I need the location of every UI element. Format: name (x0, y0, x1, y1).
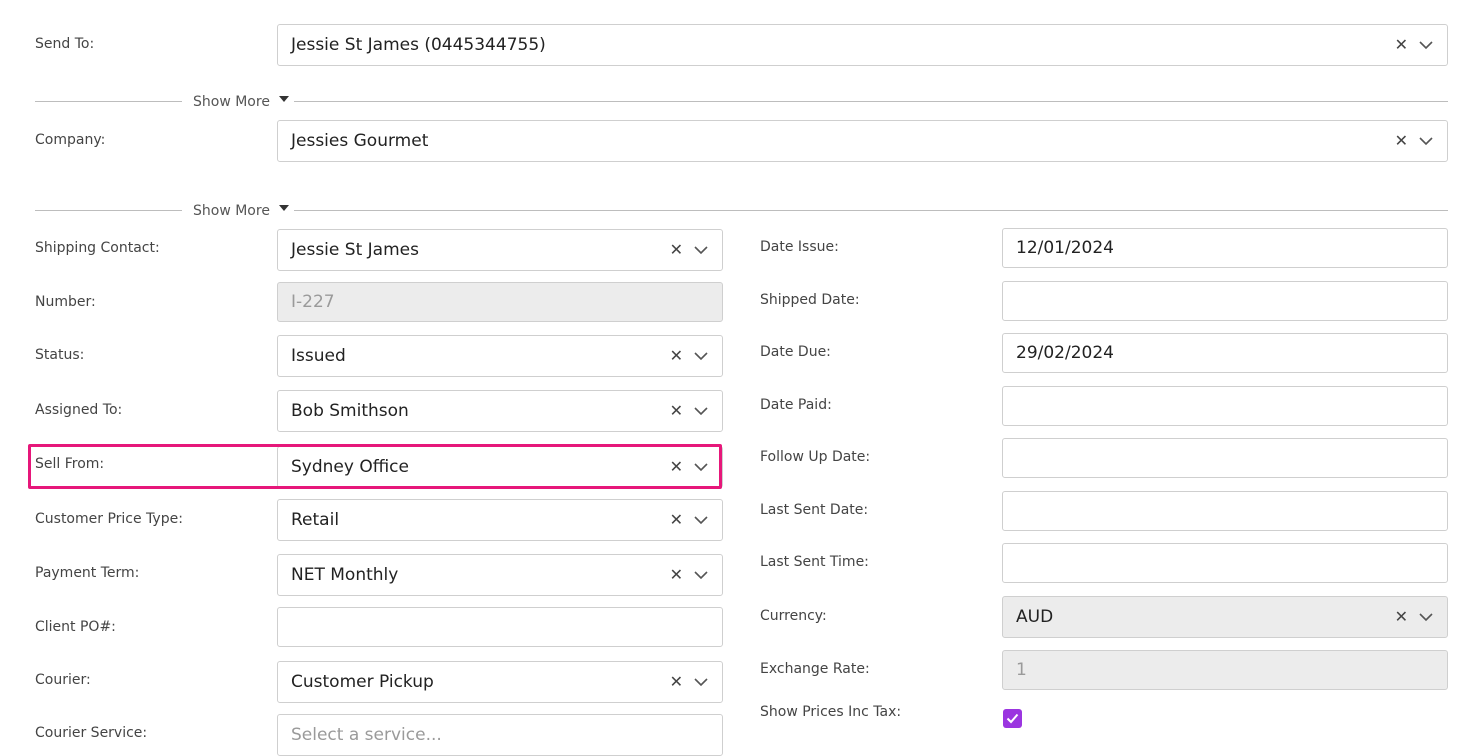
courier-service-label: Courier Service: (35, 725, 148, 741)
chevron-down-icon[interactable] (694, 351, 708, 361)
exchange-rate-value: 1 (1016, 660, 1027, 680)
date-due-value: 29/02/2024 (1016, 343, 1114, 363)
company-value: Jessies Gourmet (291, 131, 429, 151)
courier-value: Customer Pickup (291, 672, 434, 692)
shipped-date-label: Shipped Date: (760, 292, 860, 308)
chevron-down-icon[interactable] (1419, 40, 1433, 50)
clear-x-icon[interactable]: ✕ (670, 348, 683, 364)
show-more-label: Show More (193, 203, 270, 219)
chevron-down-icon[interactable] (694, 570, 708, 580)
send-to-label: Send To: (35, 36, 95, 52)
sell-from-highlight-box (28, 444, 722, 489)
shipping-contact-value: Jessie St James (291, 240, 419, 260)
caret-down-icon (278, 96, 289, 102)
chevron-down-icon[interactable] (694, 406, 708, 416)
divider-right (294, 101, 1448, 102)
assigned-to-label: Assigned To: (35, 402, 123, 418)
divider-right (294, 210, 1448, 211)
date-due-input[interactable]: 29/02/2024 (1002, 333, 1448, 373)
send-to-value: Jessie St James (0445344755) (291, 35, 546, 55)
show-more-toggle[interactable]: Show More (193, 94, 289, 110)
chevron-down-icon[interactable] (694, 677, 708, 687)
status-value: Issued (291, 346, 346, 366)
last-sent-date-input[interactable] (1002, 491, 1448, 531)
last-sent-date-label: Last Sent Date: (760, 502, 869, 518)
exchange-rate-label: Exchange Rate: (760, 661, 870, 677)
payment-term-value: NET Monthly (291, 565, 399, 585)
date-issue-input[interactable]: 12/01/2024 (1002, 228, 1448, 268)
courier-service-select[interactable]: Select a service... (277, 714, 723, 756)
currency-label: Currency: (760, 608, 827, 624)
clear-x-icon[interactable]: ✕ (670, 242, 683, 258)
chevron-down-icon[interactable] (694, 245, 708, 255)
currency-value: AUD (1016, 607, 1054, 627)
assigned-to-value: Bob Smithson (291, 401, 409, 421)
follow-up-date-input[interactable] (1002, 438, 1448, 478)
last-sent-time-input[interactable] (1002, 543, 1448, 583)
status-label: Status: (35, 347, 85, 363)
company-label: Company: (35, 132, 106, 148)
company-select[interactable]: Jessies Gourmet ✕ (277, 120, 1448, 162)
courier-select[interactable]: Customer Pickup ✕ (277, 661, 723, 703)
clear-x-icon[interactable]: ✕ (670, 512, 683, 528)
divider-left (35, 210, 182, 211)
show-prices-inc-tax-label: Show Prices Inc Tax: (760, 704, 902, 720)
divider-left (35, 101, 182, 102)
payment-term-label: Payment Term: (35, 565, 140, 581)
status-select[interactable]: Issued ✕ (277, 335, 723, 377)
number-field: I-227 (277, 282, 723, 322)
follow-up-date-label: Follow Up Date: (760, 449, 871, 465)
client-po-input[interactable] (277, 607, 723, 647)
date-issue-value: 12/01/2024 (1016, 238, 1114, 258)
date-due-label: Date Due: (760, 344, 831, 360)
assigned-to-select[interactable]: Bob Smithson ✕ (277, 390, 723, 432)
check-icon (1006, 713, 1019, 724)
show-more-toggle[interactable]: Show More (193, 203, 289, 219)
clear-x-icon[interactable]: ✕ (1395, 133, 1408, 149)
clear-x-icon[interactable]: ✕ (670, 567, 683, 583)
client-po-label: Client PO#: (35, 619, 116, 635)
clear-x-icon[interactable]: ✕ (1395, 37, 1408, 53)
date-paid-input[interactable] (1002, 386, 1448, 426)
caret-down-icon (278, 205, 289, 211)
chevron-down-icon[interactable] (1419, 136, 1433, 146)
clear-x-icon[interactable]: ✕ (670, 403, 683, 419)
customer-price-type-value: Retail (291, 510, 340, 530)
number-label: Number: (35, 294, 96, 310)
number-value: I-227 (291, 292, 335, 312)
payment-term-select[interactable]: NET Monthly ✕ (277, 554, 723, 596)
courier-service-placeholder: Select a service... (291, 725, 442, 745)
chevron-down-icon[interactable] (1419, 612, 1433, 622)
exchange-rate-field: 1 (1002, 650, 1448, 690)
clear-x-icon[interactable]: ✕ (670, 674, 683, 690)
date-issue-label: Date Issue: (760, 239, 839, 255)
shipped-date-input[interactable] (1002, 281, 1448, 321)
currency-select[interactable]: AUD ✕ (1002, 596, 1448, 638)
send-to-select[interactable]: Jessie St James (0445344755) ✕ (277, 24, 1448, 66)
courier-label: Courier: (35, 672, 91, 688)
customer-price-type-select[interactable]: Retail ✕ (277, 499, 723, 541)
shipping-contact-select[interactable]: Jessie St James ✕ (277, 229, 723, 271)
chevron-down-icon[interactable] (694, 515, 708, 525)
last-sent-time-label: Last Sent Time: (760, 554, 869, 570)
date-paid-label: Date Paid: (760, 397, 832, 413)
shipping-contact-label: Shipping Contact: (35, 240, 160, 256)
show-more-label: Show More (193, 94, 270, 110)
show-prices-inc-tax-checkbox[interactable] (1003, 709, 1022, 728)
clear-x-icon[interactable]: ✕ (1395, 609, 1408, 625)
customer-price-type-label: Customer Price Type: (35, 511, 183, 527)
